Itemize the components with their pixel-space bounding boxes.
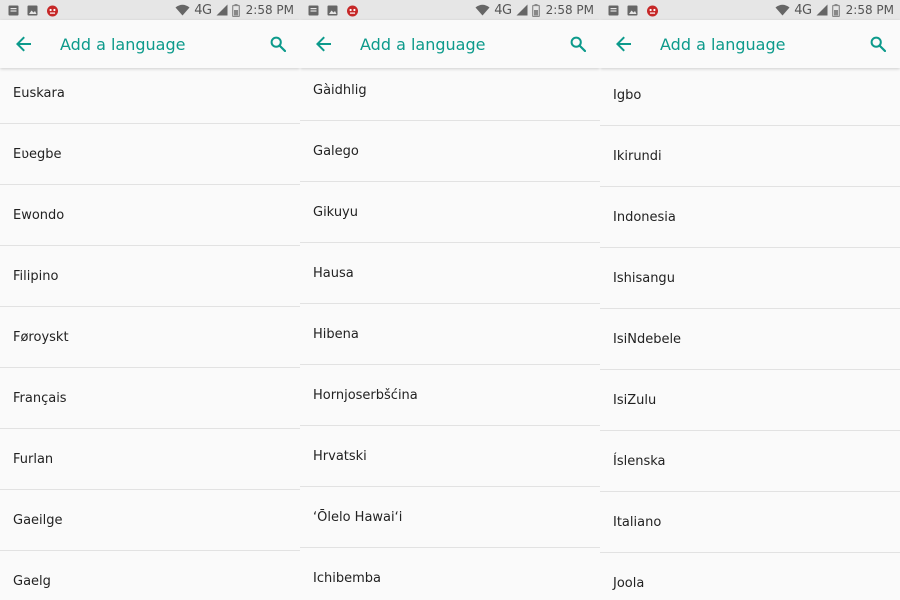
list-item[interactable]: Hornjoserbšćina — [300, 365, 600, 426]
list-item[interactable]: ʻŌlelo Hawaiʻi — [300, 487, 600, 548]
back-button[interactable] — [2, 20, 46, 68]
notification-icon — [8, 5, 19, 16]
status-time: 2:58 PM — [245, 3, 294, 17]
signal-icon — [816, 4, 828, 16]
status-time: 2:58 PM — [845, 3, 894, 17]
list-item[interactable]: Gikuyu — [300, 182, 600, 243]
search-icon — [870, 36, 886, 52]
list-item[interactable]: Ishisangu — [600, 248, 900, 309]
list-item[interactable]: Italiano — [600, 492, 900, 553]
page-title: Add a language — [60, 34, 186, 54]
language-list: Gàidhlig Galego Gikuyu Hausa Hibena Horn… — [300, 60, 600, 600]
list-item[interactable]: Ichibemba — [300, 548, 600, 600]
list-item[interactable]: Eʋegbe — [0, 124, 300, 185]
language-list: Euskara Eʋegbe Ewondo Filipino Føroyskt … — [0, 63, 300, 600]
screen-3: 4G 2:58 PM Add a language Igbo Ikirundi — [600, 0, 900, 600]
list-item[interactable]: Furlan — [0, 429, 300, 490]
app-bar: Add a language — [0, 20, 300, 68]
app-icon — [346, 4, 359, 17]
search-icon — [570, 36, 586, 52]
list-item[interactable]: Euskara — [0, 63, 300, 124]
list-item[interactable]: Ewondo — [0, 185, 300, 246]
network-type: 4G — [494, 2, 512, 18]
page-title: Add a language — [360, 34, 486, 54]
list-item[interactable]: Gaeilge — [0, 490, 300, 551]
wifi-icon — [175, 4, 190, 16]
signal-icon — [516, 4, 528, 16]
network-type: 4G — [794, 2, 812, 18]
wifi-icon — [475, 4, 490, 16]
language-list: Igbo Ikirundi Indonesia Ishisangu IsiNde… — [600, 65, 900, 600]
notification-icon — [608, 5, 619, 16]
battery-icon — [531, 3, 540, 17]
battery-icon — [231, 3, 240, 17]
list-item[interactable]: Íslenska — [600, 431, 900, 492]
arrow-left-icon — [316, 36, 331, 52]
search-icon — [270, 36, 286, 52]
app-bar: Add a language — [600, 20, 900, 68]
app-icon — [646, 4, 659, 17]
list-item[interactable]: Hrvatski — [300, 426, 600, 487]
arrow-left-icon — [616, 36, 631, 52]
notification-icon — [308, 5, 319, 16]
status-bar: 4G 2:58 PM — [300, 0, 600, 20]
screen-2: 4G 2:58 PM Add a language Gàidhlig Galeg… — [300, 0, 600, 600]
battery-icon — [831, 3, 840, 17]
status-bar: 4G 2:58 PM — [600, 0, 900, 20]
image-icon — [627, 5, 638, 16]
list-item[interactable]: Gàidhlig — [300, 60, 600, 121]
back-button[interactable] — [302, 20, 346, 68]
list-item[interactable]: Galego — [300, 121, 600, 182]
app-bar: Add a language — [300, 20, 600, 68]
list-item[interactable]: Hibena — [300, 304, 600, 365]
app-icon — [46, 4, 59, 17]
network-type: 4G — [194, 2, 212, 18]
arrow-left-icon — [16, 36, 31, 52]
page-title: Add a language — [660, 34, 786, 54]
list-item[interactable]: Føroyskt — [0, 307, 300, 368]
screens: 4G 2:58 PM Add a language Euskara Eʋegbe — [0, 0, 900, 600]
list-item[interactable]: IsiZulu — [600, 370, 900, 431]
list-item[interactable]: Ikirundi — [600, 126, 900, 187]
wifi-icon — [775, 4, 790, 16]
screen-1: 4G 2:58 PM Add a language Euskara Eʋegbe — [0, 0, 300, 600]
status-bar: 4G 2:58 PM — [0, 0, 300, 20]
list-item[interactable]: Joola — [600, 553, 900, 600]
list-item[interactable]: IsiNdebele — [600, 309, 900, 370]
search-button[interactable] — [556, 20, 600, 68]
image-icon — [27, 5, 38, 16]
status-time: 2:58 PM — [545, 3, 594, 17]
signal-icon — [216, 4, 228, 16]
list-item[interactable]: Gaelg — [0, 551, 300, 600]
list-item[interactable]: Igbo — [600, 65, 900, 126]
search-button[interactable] — [856, 20, 900, 68]
list-item[interactable]: Hausa — [300, 243, 600, 304]
list-item[interactable]: Français — [0, 368, 300, 429]
list-item[interactable]: Filipino — [0, 246, 300, 307]
search-button[interactable] — [256, 20, 300, 68]
image-icon — [327, 5, 338, 16]
list-item[interactable]: Indonesia — [600, 187, 900, 248]
back-button[interactable] — [602, 20, 646, 68]
